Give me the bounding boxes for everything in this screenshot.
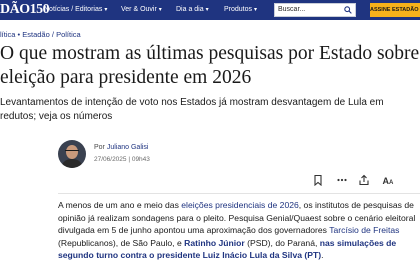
more-icon[interactable] — [336, 174, 348, 186]
breadcrumb-separator-dot: • — [17, 30, 21, 39]
author-name-link[interactable]: Juliano Galisi — [107, 144, 149, 151]
search-icon[interactable] — [344, 6, 352, 14]
bookmark-icon[interactable] — [312, 174, 324, 186]
nav-ver-e-ouvir[interactable]: Ver & Ouvir ▾ — [121, 0, 162, 20]
chevron-down-icon: ▾ — [254, 7, 258, 13]
chevron-down-icon: ▾ — [205, 7, 209, 13]
site-logo[interactable]: DÃO150 — [0, 2, 50, 18]
link-ratinho-junior[interactable]: Ratinho Júnior — [184, 238, 245, 248]
search-box[interactable]: Buscar... — [274, 3, 356, 17]
search-placeholder: Buscar... — [278, 6, 306, 13]
chevron-down-icon: ▾ — [104, 7, 108, 13]
nav-label: Produtos — [224, 6, 253, 13]
link-tarcisio-de-freitas[interactable]: Tarcísio de Freitas — [329, 225, 399, 235]
breadcrumb-separator-slash: / — [51, 30, 54, 39]
article-body-paragraph: A menos de um ano e meio das eleições pr… — [58, 199, 420, 262]
body-text-segment: A menos de um ano e meio das — [58, 200, 182, 210]
link-eleicoes-2026[interactable]: eleições presidenciais de 2026 — [181, 200, 299, 210]
breadcrumb-section[interactable]: lítica — [0, 30, 15, 39]
subscribe-button[interactable]: ASSINE ESTADÃO + — [370, 3, 420, 17]
svg-text:A: A — [389, 180, 394, 186]
body-text-segment: (PSD), do Paraná, — [244, 237, 320, 248]
body-text-segment: (Republicanos), de São Paulo, e — [58, 237, 185, 248]
divider — [58, 193, 420, 194]
byline: Por Juliano Galisi — [94, 144, 149, 151]
byline-prefix: Por — [94, 144, 105, 151]
chevron-down-icon: ▾ — [158, 7, 162, 13]
nav-produtos[interactable]: Produtos ▾ — [224, 0, 257, 20]
breadcrumb-source[interactable]: Estadão — [22, 30, 50, 39]
top-nav-bar: DÃO150 Notícias / Editorias ▾ Ver & Ouvir… — [0, 0, 420, 20]
breadcrumb: lítica • Estadão / Política — [0, 30, 81, 39]
breadcrumb-topic[interactable]: Política — [56, 30, 81, 39]
nav-label: Ver & Ouvir — [121, 6, 157, 13]
nav-noticias-editorias[interactable]: Notícias / Editorias ▾ — [44, 0, 107, 20]
article-subtitle: Levantamentos de intenção de voto nos Es… — [0, 97, 384, 122]
body-text-segment: . — [321, 250, 324, 261]
nav-dia-a-dia[interactable]: Dia a dia ▾ — [176, 0, 209, 20]
page-title: O que mostram as últimas pesquisas por E… — [0, 43, 420, 88]
publish-date: 27/06/2025 | 09h43 — [94, 156, 150, 163]
nav-label: Notícias / Editorias — [44, 6, 103, 13]
font-size-icon[interactable]: A A — [382, 174, 395, 186]
author-avatar[interactable] — [58, 140, 86, 168]
nav-label: Dia a dia — [176, 6, 204, 13]
share-icon[interactable] — [358, 174, 370, 186]
